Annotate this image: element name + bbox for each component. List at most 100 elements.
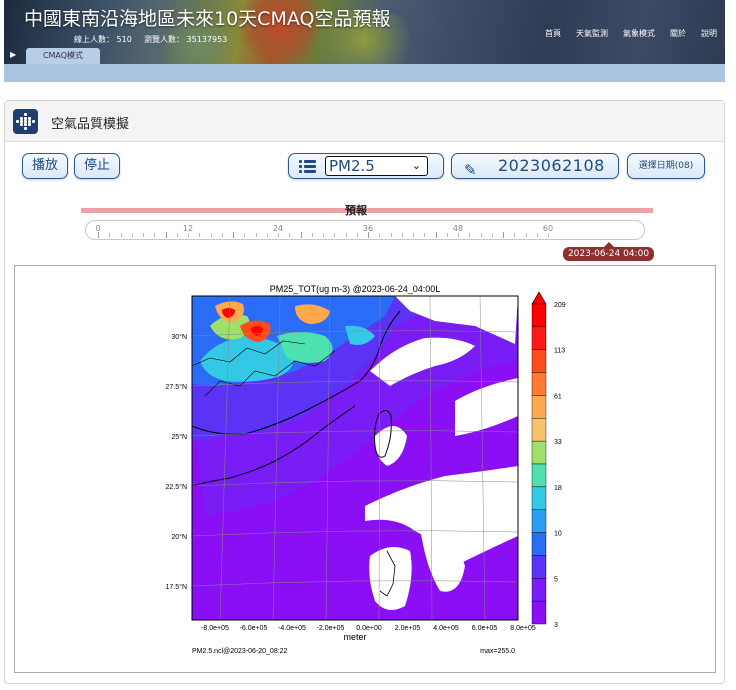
timeline-tick [233,232,234,238]
timeline-tick [379,233,381,237]
colorbar: 209 113 61 33 18 10 5 3 [531,291,566,629]
timeline-tick [143,233,144,237]
colorbar-segment [531,303,547,328]
species-selected-value: PM2.5 [329,157,375,175]
tab-arrow-icon[interactable]: ▶ [10,50,16,59]
play-button[interactable]: 播放 [22,153,68,179]
nav-home[interactable]: 首頁 [545,28,561,39]
species-selector: PM2.5 ⌄ [288,153,444,179]
visits-counter: 瀏覽人數： 35137953 [144,34,227,45]
timeline-slider[interactable]: 0 12 24 36 48 60 [85,220,645,240]
x-tick-label: -4.0e+05 [278,625,306,632]
colorbar-label: 33 [554,439,562,446]
date-value: 2023062108 [498,156,605,175]
timeline-tick-label: 60 [542,224,554,233]
timeline-tick [188,233,189,237]
timeline-tick [401,233,403,237]
colorbar-label: 3 [554,622,558,629]
map-footer-right: max=255.0 [480,648,515,655]
timeline-tick [165,232,167,238]
colorbar-segment [531,532,547,556]
species-select[interactable]: PM2.5 ⌄ [325,156,428,176]
x-tick-label: 0.0e+00 [356,625,382,632]
timeline-tick-label: 36 [362,224,374,233]
y-tick-label: 27.5°N [166,383,187,391]
timeline-tick [536,233,538,237]
timeline-tick [323,233,324,237]
visits-label: 瀏覽人數： [144,35,184,44]
online-counter: 線上人數： 510 [74,34,132,45]
map-title: PM25_TOT(ug m-3) @2023-06-24_04:00L [270,284,441,294]
pick-date-button[interactable]: 選擇日期(08) [627,153,705,179]
current-time-marker[interactable]: 2023-06-24 04:00 [563,242,654,261]
y-tick-label: 17.5°N [166,583,187,591]
colorbar-segment [531,349,547,373]
timeline-tick [458,233,459,237]
colorbar-segment [531,578,547,602]
y-tick-label: 22.5°N [166,483,187,491]
nav-help[interactable]: 說明 [701,28,717,39]
y-tick-label: 20°N [171,533,187,541]
chevron-down-icon: ⌄ [411,159,421,172]
map-footer-left: PM2.5.ncl@2023-06-20_08:22 [192,648,288,655]
timeline-tick [289,233,291,237]
x-axis-label: meter [343,632,366,642]
timeline-tick [266,233,268,237]
y-tick-label: 25°N [171,433,187,441]
timeline-tick [255,233,257,237]
timeline-tick [469,233,471,237]
tab-cmaq[interactable]: CMAQ模式 [26,48,100,64]
site-banner: 中國東南沿海地區未來10天CMAQ空品預報 線上人數： 510 瀏覽人數： 35… [4,0,725,82]
nav-weather-model[interactable]: 氣象模式 [623,28,655,39]
map-field [192,296,518,620]
colorbar-segment [531,600,547,625]
forecast-label: 預報 [345,204,367,217]
x-tick-label: -8.0e+05 [201,625,229,632]
colorbar-segment [531,509,547,533]
timeline-tick [154,233,156,237]
pm25-map: PM25_TOT(ug m-3) @2023-06-24_04:00L 30°N… [166,284,566,655]
nav-about[interactable]: 關於 [670,28,686,39]
colorbar-label: 113 [554,348,565,355]
forecast-bar [81,208,653,213]
timeline-tick [356,233,358,237]
x-tick-label: -2.0e+05 [317,625,345,632]
timeline-tick [244,233,246,237]
x-tick-label: 6.0e+05 [472,625,498,632]
timeline-tick [413,233,414,237]
x-tick-label: 8.0e+05 [510,625,536,632]
timeline-tick [525,233,527,237]
site-title: 中國東南沿海地區未來10天CMAQ空品預報 [24,8,391,30]
date-field[interactable]: ✎ 2023062108 [451,153,619,179]
x-tick-label: -6.0e+05 [240,625,268,632]
stop-button[interactable]: 停止 [74,153,120,179]
colorbar-label: 5 [554,576,558,583]
colorbar-segment [531,418,547,442]
timeline-tick [480,233,482,237]
colorbar-segment [531,326,547,350]
timeline-tick [221,233,223,237]
timeline-tick [514,233,516,237]
simulation-panel: 空氣品質模擬 播放 停止 PM2.5 ⌄ ✎ 2023062108 選擇日期(0… [4,100,725,684]
colorbar-arrow [531,291,547,305]
y-axis-ticks: 30°N 27.5°N 25°N 22.5°N 20°N 17.5°N [166,333,187,591]
list-icon [299,160,316,173]
timeline-tick [345,233,347,237]
online-count: 510 [116,35,132,44]
top-nav: 首頁 天氣監測 氣象模式 關於 說明 [545,28,717,39]
timeline-tick [176,233,178,237]
timeline-tick [424,233,426,237]
pencil-icon: ✎ [464,161,477,179]
nav-weather-monitor[interactable]: 天氣監測 [576,28,608,39]
timeline-tick [435,232,437,238]
timeline-tick-label: 12 [182,224,194,233]
timeline-tick [278,233,279,237]
grid-dots-icon [13,109,38,134]
colorbar-segment [531,440,547,465]
colorbar-label: 209 [554,302,566,309]
timeline-tick [199,233,201,237]
timeline-tick [390,233,392,237]
timeline-tick [491,233,493,237]
colorbar-segment [531,395,547,419]
colorbar-label: 61 [554,393,562,400]
